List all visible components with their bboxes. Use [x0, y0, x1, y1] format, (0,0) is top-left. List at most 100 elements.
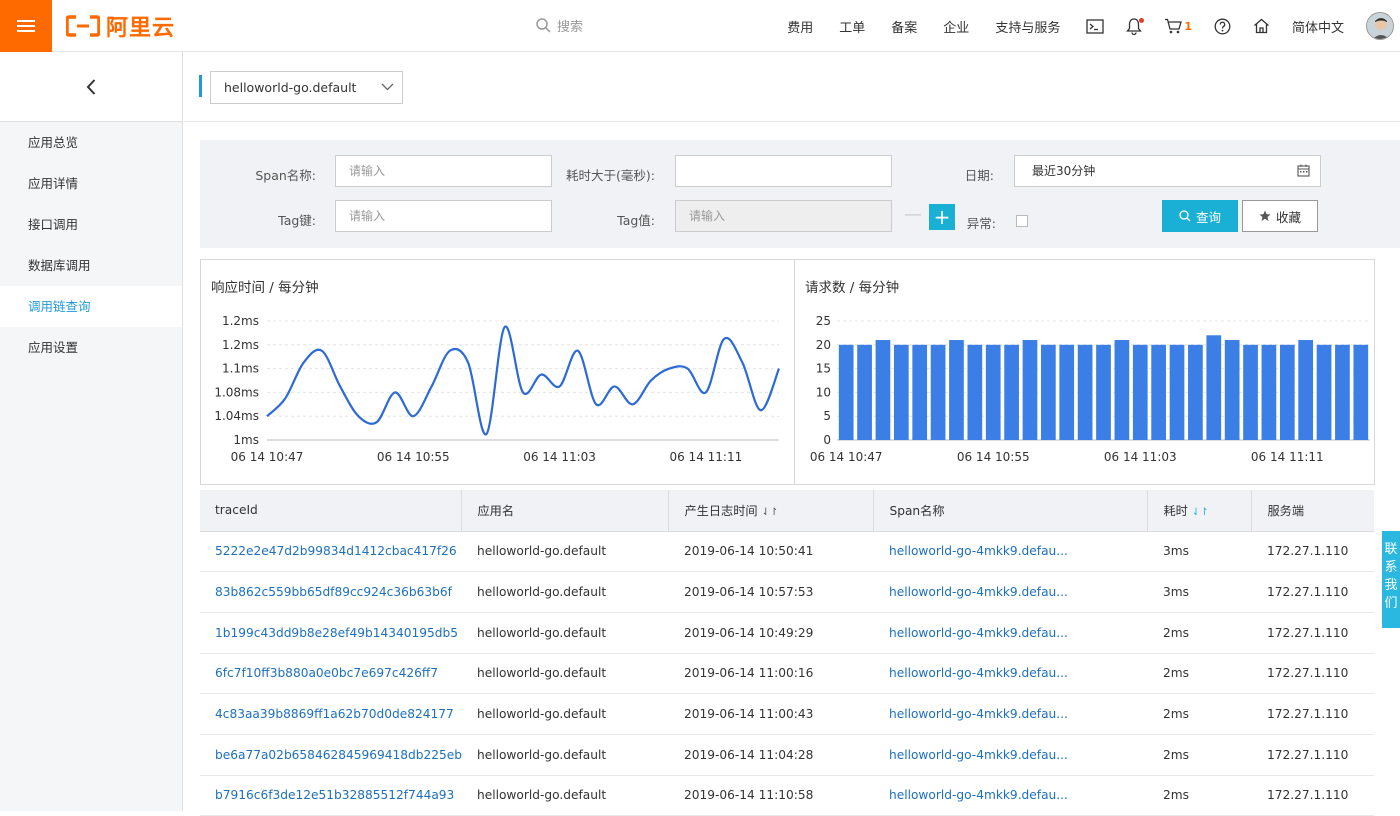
menu-button[interactable]: [0, 0, 52, 52]
accent-bar: [199, 75, 202, 97]
span-name-link[interactable]: helloworld-go-4mkk9.defau...: [874, 734, 1148, 775]
bell-icon[interactable]: [1126, 18, 1142, 35]
duration-cell: 2ms: [1148, 612, 1252, 653]
nav-enterprise[interactable]: 企业: [943, 17, 969, 36]
span-name-link[interactable]: helloworld-go-4mkk9.defau...: [874, 531, 1148, 572]
server-cell: 172.27.1.110: [1252, 694, 1374, 735]
span-name-link[interactable]: helloworld-go-4mkk9.defau...: [874, 694, 1148, 735]
col-duration[interactable]: 耗时⇃↾: [1148, 490, 1252, 531]
sidebar-item-api-calls[interactable]: 接口调用: [0, 204, 182, 245]
chevron-left-icon: [85, 78, 97, 96]
cart-count: 1: [1184, 20, 1192, 33]
col-log-time[interactable]: 产生日志时间⇃↾: [669, 490, 874, 531]
duration-cell: 2ms: [1148, 775, 1252, 816]
favorite-button[interactable]: 收藏: [1242, 200, 1318, 232]
language-switch[interactable]: 简体中文: [1292, 17, 1344, 36]
log-time-cell: 2019-06-14 10:49:29: [669, 612, 874, 653]
y-tick-label: 1ms: [233, 433, 259, 447]
bar: [1280, 345, 1295, 440]
duration-cell: 2ms: [1148, 653, 1252, 694]
sort-icon[interactable]: ⇃↾: [1192, 507, 1209, 518]
bar: [876, 340, 891, 440]
x-tick-label: 06 14 10:55: [377, 450, 450, 464]
avatar[interactable]: [1366, 12, 1394, 40]
x-tick-label: 06 14 11:03: [523, 450, 596, 464]
bar: [1115, 340, 1130, 440]
sidebar: 应用总览 应用详情 接口调用 数据库调用 调用链查询 应用设置: [0, 52, 183, 811]
search-icon: [1179, 210, 1191, 222]
trace-id-link[interactable]: 1b199c43dd9b8e28ef49b14340195db5: [200, 612, 462, 653]
add-tag-button[interactable]: +: [929, 204, 955, 230]
query-button[interactable]: 查询: [1162, 200, 1238, 232]
query-button-label: 查询: [1196, 207, 1221, 226]
y-tick-label: 10: [816, 385, 831, 399]
calendar-icon: [1297, 164, 1310, 177]
table-row[interactable]: be6a77a02b658462845969418db225ebhellowor…: [200, 734, 1374, 775]
help-icon[interactable]: [1214, 18, 1231, 35]
y-tick-label: 15: [816, 362, 831, 376]
tag-value-label: Tag值:: [580, 210, 655, 229]
contact-us-label: 联系我们: [1384, 542, 1397, 611]
remove-tag-button[interactable]: —: [904, 204, 922, 225]
table-row[interactable]: b7916c6f3de12e51b32885512f744a93 hellowor…: [200, 775, 1374, 816]
exception-checkbox[interactable]: [1016, 215, 1028, 227]
table-row[interactable]: 83b862c559bb65df89cc924c36b63b6f hellowor…: [200, 572, 1374, 613]
log-time-cell: 2019-06-14 11:00:43: [669, 694, 874, 735]
trace-id-link[interactable]: b7916c6f3de12e51b32885512f744a93: [200, 775, 462, 816]
table-row[interactable]: 6fc7f10ff3b880a0e0bc7e697c426ff7 hellowor…: [200, 653, 1374, 694]
response-time-chart: 响应时间 / 每分钟 1ms1.04ms1.08ms1.1ms1.2ms1.2m…: [201, 260, 795, 484]
span-name-input[interactable]: 请输入: [335, 155, 552, 187]
bar: [1262, 345, 1277, 440]
trace-id-link[interactable]: 6fc7f10ff3b880a0e0bc7e697c426ff7: [200, 653, 462, 694]
trace-id-link[interactable]: 4c83aa39b8869ff1a62b70d0de824177: [200, 694, 462, 735]
sidebar-item-db-calls[interactable]: 数据库调用: [0, 245, 182, 286]
y-tick-label: 5: [823, 409, 831, 423]
tag-value-input[interactable]: 请输入: [675, 200, 892, 232]
sidebar-item-app-settings[interactable]: 应用设置: [0, 327, 182, 368]
nav-billing[interactable]: 费用: [787, 17, 813, 36]
app-select-value: helloworld-go.default: [224, 80, 356, 95]
table-row[interactable]: 5222e2e47d2b99834d1412cbac417f26 hellowor…: [200, 531, 1374, 572]
sidebar-item-trace-query[interactable]: 调用链查询: [0, 286, 182, 327]
span-name-link[interactable]: helloworld-go-4mkk9.defau...: [874, 775, 1148, 816]
span-name-link[interactable]: helloworld-go-4mkk9.defau...: [874, 572, 1148, 613]
cart-icon[interactable]: 1: [1164, 18, 1192, 34]
logo[interactable]: 阿里云: [66, 12, 175, 40]
server-cell: 172.27.1.110: [1252, 775, 1374, 816]
app-select-dropdown[interactable]: helloworld-go.default: [210, 71, 403, 104]
terminal-icon[interactable]: [1086, 19, 1104, 34]
sort-icon[interactable]: ⇃↾: [762, 507, 779, 518]
search-box[interactable]: 搜索: [536, 16, 583, 35]
trace-id-link[interactable]: be6a77a02b658462845969418db225eb: [200, 734, 462, 775]
span-name-link[interactable]: helloworld-go-4mkk9.defau...: [874, 653, 1148, 694]
duration-input[interactable]: [675, 155, 892, 187]
trace-id-link[interactable]: 83b862c559bb65df89cc924c36b63b6f: [200, 572, 462, 613]
duration-cell: 3ms: [1148, 531, 1252, 572]
response-time-line: [267, 326, 779, 434]
contact-us-tab[interactable]: 联系我们: [1382, 531, 1400, 628]
sidebar-back-button[interactable]: [0, 52, 182, 122]
span-name-link[interactable]: helloworld-go-4mkk9.defau...: [874, 612, 1148, 653]
table-row[interactable]: 1b199c43dd9b8e28ef49b14340195db5 hellowor…: [200, 612, 1374, 653]
bar: [1078, 345, 1093, 440]
chart-title: 响应时间 / 每分钟: [211, 276, 319, 296]
bar: [1298, 340, 1313, 440]
home-icon[interactable]: [1253, 18, 1270, 34]
log-time-cell: 2019-06-14 10:57:53: [669, 572, 874, 613]
nav-icp[interactable]: 备案: [891, 17, 917, 36]
date-value: 最近30分钟: [1032, 164, 1095, 178]
bar: [1225, 340, 1240, 440]
date-picker[interactable]: 最近30分钟: [1014, 155, 1321, 187]
app-name-cell: helloworld-go.default: [462, 734, 669, 775]
nav-ticket[interactable]: 工单: [839, 17, 865, 36]
x-tick-label: 06 14 10:47: [810, 450, 883, 464]
trace-id-link[interactable]: 5222e2e47d2b99834d1412cbac417f26: [200, 531, 462, 572]
top-nav: 费用 工单 备案 企业 支持与服务 1 简体中文: [787, 0, 1400, 52]
y-tick-label: 25: [816, 314, 831, 328]
bar: [967, 345, 982, 440]
tag-key-input[interactable]: 请输入: [335, 200, 552, 232]
sidebar-item-overview[interactable]: 应用总览: [0, 122, 182, 163]
table-row[interactable]: 4c83aa39b8869ff1a62b70d0de824177 hellowor…: [200, 694, 1374, 735]
sidebar-item-app-details[interactable]: 应用详情: [0, 163, 182, 204]
nav-support[interactable]: 支持与服务: [995, 17, 1060, 36]
